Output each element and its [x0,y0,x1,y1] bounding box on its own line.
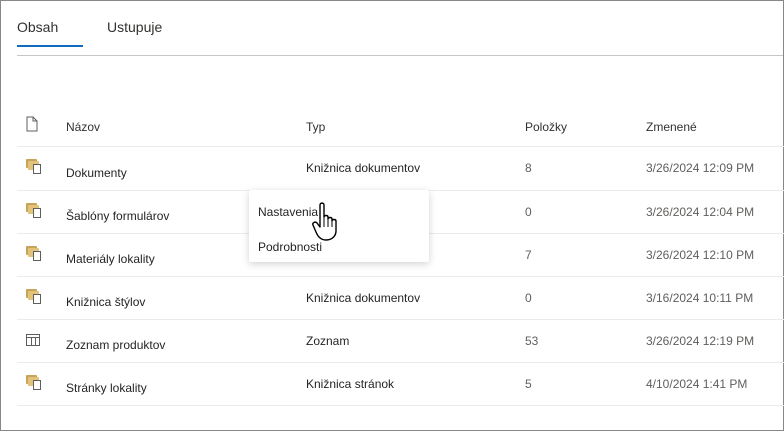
library-icon [26,246,43,264]
column-header-name[interactable]: Názov [66,120,100,134]
row-items: 7 [525,248,532,262]
row-items: 8 [525,161,532,175]
row-name-link[interactable]: Materiály lokality [66,252,155,266]
table-row[interactable]: Dokumenty Knižnica dokumentov 8 3/26/202… [17,147,784,191]
library-icon [26,159,43,177]
tabs-divider [17,55,783,56]
row-items: 53 [525,334,539,348]
library-icon [26,289,43,307]
row-items: 5 [525,377,532,391]
row-modified: 3/26/2024 12:09 PM [646,161,755,175]
column-header-modified[interactable]: Zmenené [646,120,697,134]
tab-bar: Obsah Ustupuje [17,19,162,47]
list-icon [26,334,40,349]
menu-item-settings[interactable]: Nastavenia [258,205,318,219]
column-header-type[interactable]: Typ [306,120,325,134]
row-name-link[interactable]: Dokumenty [66,166,127,180]
row-name-link[interactable]: Stránky lokality [66,381,147,395]
row-type: Knižnica stránok [306,377,395,391]
table-header: Názov Typ Položky Zmenené [17,106,784,147]
table-row[interactable]: Stránky lokality Knižnica stránok 5 4/10… [17,363,784,406]
row-type: Knižnica dokumentov [306,161,421,175]
row-items: 0 [525,205,532,219]
file-type-icon [26,116,38,135]
tab-contents[interactable]: Obsah [17,19,107,47]
row-modified: 3/16/2024 10:11 PM [646,291,754,305]
library-icon [26,203,43,221]
table-row[interactable]: Zoznam produktov Zoznam 53 3/26/2024 12:… [17,320,784,363]
row-type: Knižnica dokumentov [306,291,421,305]
row-name-link[interactable]: Zoznam produktov [66,338,165,352]
row-modified: 3/26/2024 12:10 PM [646,248,755,262]
row-name-link[interactable]: Šablóny formulárov [66,209,169,223]
row-items: 0 [525,291,532,305]
tab-subsites[interactable]: Ustupuje [107,19,162,47]
site-contents-panel: Obsah Ustupuje Názov Typ Položky Zmenené… [0,0,784,431]
row-type: Zoznam [306,334,350,348]
row-modified: 3/26/2024 12:04 PM [646,205,755,219]
hand-pointer-icon [312,202,337,241]
menu-item-details[interactable]: Podrobnosti [258,240,322,254]
table-row[interactable]: Knižnica štýlov Knižnica dokumentov 0 3/… [17,277,784,320]
library-icon [26,375,43,393]
row-modified: 3/26/2024 12:19 PM [646,334,755,348]
column-header-items[interactable]: Položky [525,120,567,134]
row-modified: 4/10/2024 1:41 PM [646,377,748,391]
row-name-link[interactable]: Knižnica štýlov [66,295,145,309]
